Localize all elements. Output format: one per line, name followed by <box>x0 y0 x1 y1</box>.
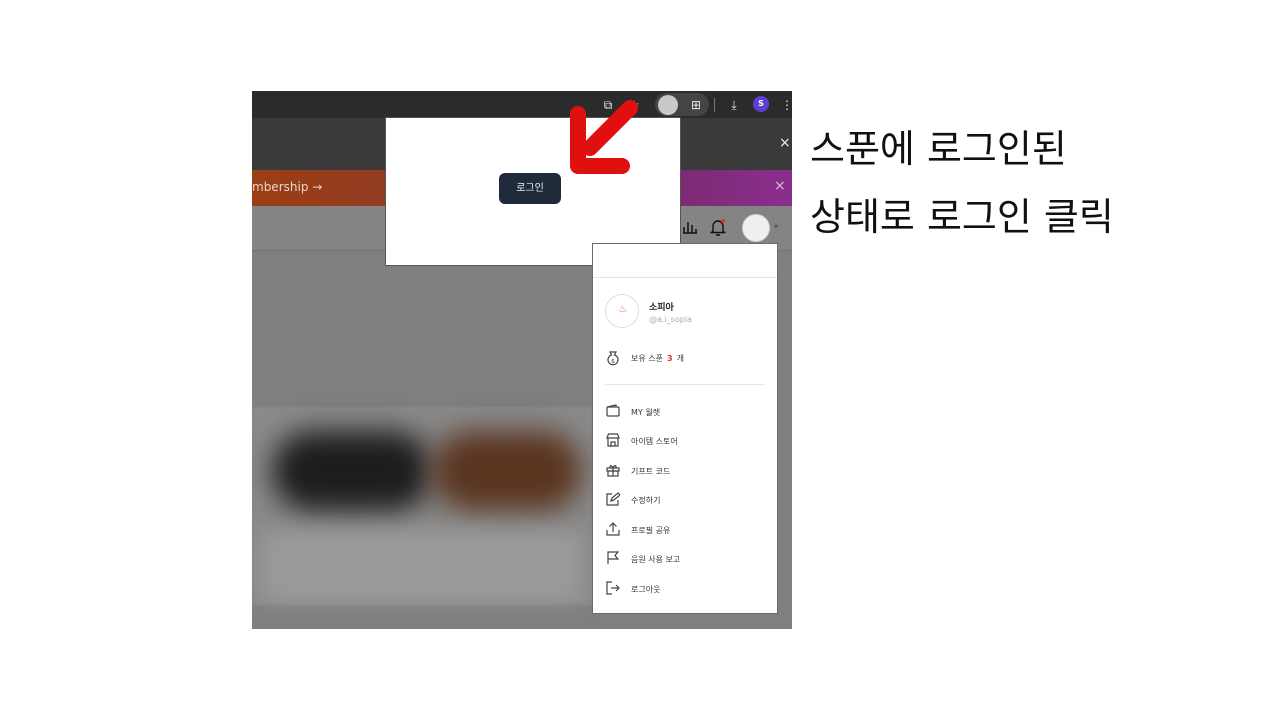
menu-item-wallet[interactable]: MY 월렛 <box>605 404 765 420</box>
avatar[interactable] <box>742 214 770 242</box>
bell-icon[interactable] <box>709 218 727 240</box>
menu-item-label: 기프트 코드 <box>631 467 671 476</box>
menu-item-label: MY 월렛 <box>631 408 661 417</box>
browser-toolbar: ⧉ ☆ ⊞ ⤓ S ⋮ <box>252 91 792 118</box>
wallet-icon <box>605 404 621 420</box>
blurred-thumbnail <box>432 431 582 511</box>
bar-chart-icon[interactable] <box>682 218 698 238</box>
browser-profile-avatar[interactable]: S <box>753 96 769 112</box>
extensions-puzzle-icon[interactable]: ⊞ <box>688 97 704 113</box>
menu-item-label: 음원 사용 보고 <box>631 555 681 564</box>
blurred-thumbnail <box>272 431 432 511</box>
share-icon <box>605 522 621 538</box>
menu-item-item-store[interactable]: 아이템 스토어 <box>605 433 765 449</box>
gift-icon <box>605 463 621 479</box>
divider <box>593 277 777 278</box>
spoon-unit: 개 <box>676 354 684 363</box>
extension-avatar-icon[interactable] <box>658 95 678 115</box>
flag-icon <box>605 551 621 567</box>
blurred-thumbnail <box>262 531 582 601</box>
download-icon[interactable]: ⤓ <box>726 97 742 113</box>
login-button[interactable]: 로그인 <box>499 173 561 204</box>
chevron-down-icon[interactable]: ▾ <box>774 222 778 231</box>
red-arrow-icon <box>570 100 638 174</box>
spoon-balance[interactable]: $ 보유 스푼 3 개 <box>605 350 765 366</box>
money-bag-icon: $ <box>605 350 621 366</box>
logout-icon <box>605 581 621 597</box>
spoon-count: 3 <box>666 354 673 363</box>
profile-name: 소피아 <box>649 303 674 313</box>
svg-text:$: $ <box>611 358 615 365</box>
menu-item-music-report[interactable]: 음원 사용 보고 <box>605 551 765 567</box>
avatar-logo-icon: ♨ <box>618 304 628 315</box>
caption-line-2: 상태로 로그인 클릭 <box>810 195 1114 239</box>
divider <box>605 384 765 385</box>
spoon-label: 보유 스푼 <box>631 354 663 363</box>
profile-avatar[interactable]: ♨ <box>605 294 639 328</box>
caption-line-1: 스푼에 로그인된 <box>810 127 1067 171</box>
banner-close-icon[interactable]: × <box>779 135 791 151</box>
store-icon <box>605 433 621 449</box>
menu-item-gift-code[interactable]: 기프트 코드 <box>605 463 765 479</box>
menu-item-logout[interactable]: 로그아웃 <box>605 581 765 597</box>
menu-item-edit[interactable]: 수정하기 <box>605 492 765 508</box>
promo-text[interactable]: mbership → <box>252 180 322 194</box>
menu-item-label: 프로필 공유 <box>631 526 671 535</box>
spoon-label-row: 보유 스푼 3 개 <box>631 353 684 364</box>
menu-item-share-profile[interactable]: 프로필 공유 <box>605 522 765 538</box>
toolbar-divider <box>714 98 715 112</box>
menu-item-label: 수정하기 <box>631 496 661 505</box>
menu-item-label: 아이템 스토어 <box>631 437 678 446</box>
promo-close-icon[interactable]: × <box>774 178 786 194</box>
edit-icon <box>605 492 621 508</box>
profile-handle: @a.i_sopia <box>649 315 692 324</box>
profile-dropdown: ♨ 소피아 @a.i_sopia $ 보유 스푼 3 개 MY 월렛 아이템 스토어… <box>592 243 778 614</box>
browser-menu-icon[interactable]: ⋮ <box>779 97 792 113</box>
menu-item-label: 로그아웃 <box>631 585 661 594</box>
